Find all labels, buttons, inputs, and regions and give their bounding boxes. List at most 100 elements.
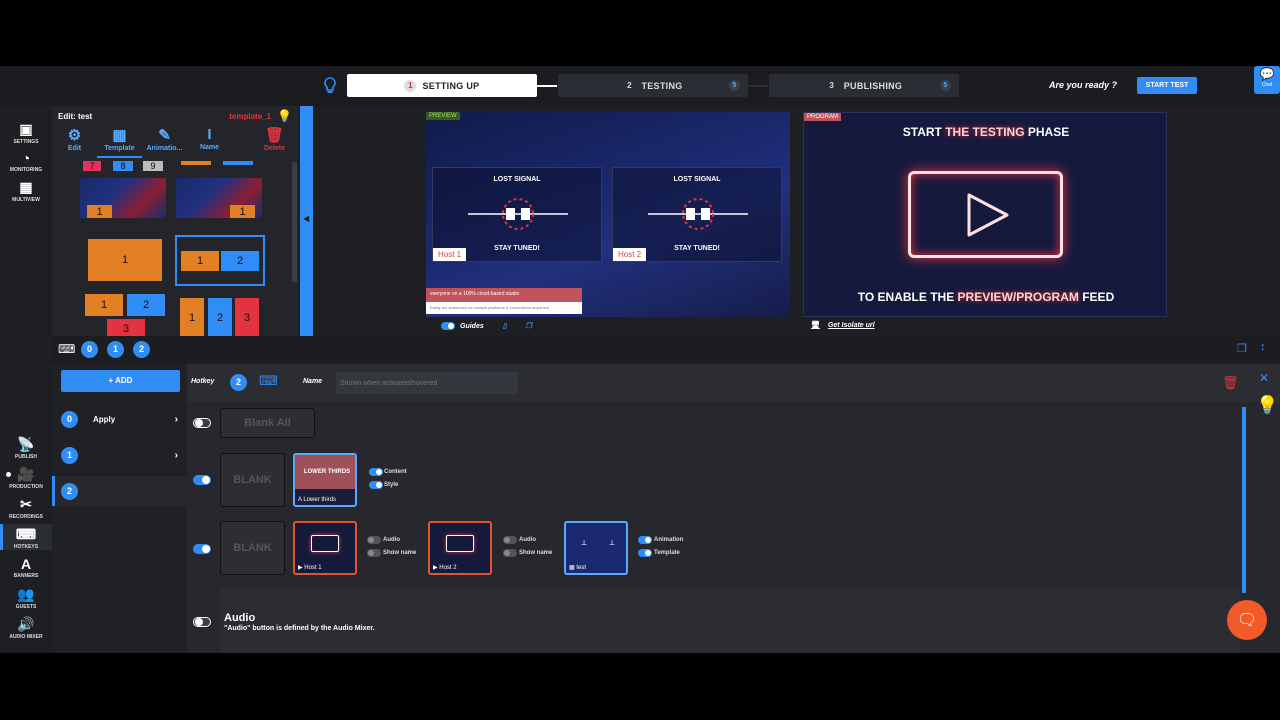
help-icon[interactable]: 💡 (277, 109, 292, 123)
program-screen: PROGRAM START THE TESTING PHASE TO ENABL… (803, 112, 1167, 317)
collapse-arrow-icon[interactable]: ◀ (303, 214, 309, 223)
hotkey-list: + ADD 0 Apply › 1 › 2 (52, 364, 187, 653)
template-toggle[interactable] (638, 549, 652, 557)
audio-mixer-icon: 🔊 (17, 616, 35, 632)
nav-monitoring[interactable]: ◔ MONITORING (0, 150, 52, 173)
blank-all-button[interactable]: Blank All (220, 408, 315, 438)
app-window: 1 SETTING UP 2 TESTING 5 3 PUBLISHING 5 Are y… (0, 66, 1280, 653)
tool-animation[interactable]: ✎ Animatio... (142, 126, 187, 158)
animation-toggle[interactable] (638, 536, 652, 544)
row2-toggle[interactable] (193, 475, 211, 485)
copy-icon[interactable]: ❐ (526, 322, 532, 330)
thumb-number: 9 (143, 161, 163, 171)
blank-button[interactable]: BLANK (220, 453, 285, 507)
isolate-link[interactable]: Get Isolate url (828, 322, 875, 329)
nav-banners[interactable]: A BANNERS (0, 556, 52, 579)
settings-icon: ▣ (19, 121, 33, 137)
chevron-right-icon: › (174, 449, 178, 461)
ready-text: Are you ready ? (1049, 80, 1118, 90)
host2-audio-toggle[interactable] (503, 536, 517, 544)
list-item-2[interactable]: 2 (52, 476, 187, 506)
tool-template[interactable]: ▦ Template (97, 126, 142, 158)
lightbulb-icon[interactable]: 💡 (1256, 395, 1278, 416)
row3-toggle[interactable] (193, 544, 211, 554)
hotkey-editor: Hotkey 2 ⌨ Name 🗑 ✕ 💡 Blank All BLANK LO… (187, 364, 1280, 653)
keyboard-icon[interactable]: ⌨ (259, 373, 278, 389)
tool-edit[interactable]: ⚙ Edit (52, 126, 97, 158)
hotkey-tab-0[interactable]: 0 (81, 341, 98, 358)
step-publishing[interactable]: 3 PUBLISHING 5 (769, 74, 959, 97)
list-item-1[interactable]: 1 › (52, 440, 187, 470)
hotkey-tab-2[interactable]: 2 (133, 341, 150, 358)
trash-icon: 🗑 (264, 127, 285, 144)
host1-audio-toggle[interactable] (367, 536, 381, 544)
status-dot (6, 472, 11, 477)
chevron-right-icon: › (174, 413, 178, 425)
content-toggle[interactable] (369, 468, 383, 476)
lightbulb-icon[interactable] (323, 77, 337, 95)
host2-card[interactable]: ▶ Host 2 (428, 521, 492, 575)
duplicate-icon[interactable]: ❐ (1237, 342, 1247, 355)
host1-card[interactable]: ▶ Host 1 (293, 521, 357, 575)
nav-multiview[interactable]: ▦ MULTIVIEW (0, 179, 52, 203)
nav-publish[interactable]: 📡 PUBLISH (0, 436, 52, 460)
audio-row (220, 588, 1240, 653)
mobile-icon[interactable]: ▯ (503, 322, 507, 330)
host1-label: Host 1 (433, 248, 467, 261)
style-toggle[interactable] (369, 481, 383, 489)
camera-icon: ▶ (298, 565, 303, 571)
monitor-icon: 🖥 (811, 322, 820, 329)
scrollbar[interactable] (1242, 407, 1246, 593)
preview-tag: PREVIEW (426, 112, 460, 120)
template-thumb-f[interactable]: 1 2 3 (180, 298, 264, 337)
list-item-0[interactable]: 0 Apply › (52, 404, 187, 434)
multiview-icon: ▦ (19, 179, 33, 195)
thumb-bar (181, 161, 211, 165)
resize-icon[interactable]: ↕ (1260, 341, 1266, 353)
tool-delete[interactable]: 🗑 Delete (252, 126, 297, 158)
add-button[interactable]: + ADD (61, 370, 180, 392)
program-line1: START THE TESTING PHASE (902, 125, 1070, 139)
name-input[interactable] (336, 372, 518, 394)
template-thumb-a[interactable]: 1 (80, 178, 166, 218)
chat-button[interactable]: 💬 Chat (1254, 66, 1280, 94)
screen-thumb (446, 535, 474, 552)
isolate-row[interactable]: 🖥 Get Isolate url (811, 321, 875, 330)
template-thumb-e[interactable]: 1 2 3 (80, 294, 170, 337)
step-setting-up[interactable]: 1 SETTING UP (347, 74, 537, 97)
thumb-number: 7 (83, 161, 101, 171)
camera-icon: ▶ (433, 565, 438, 571)
lower-thirds-card[interactable]: LOWER THIRDS A Lower thirds (293, 453, 357, 507)
nav-production[interactable]: 🎥 PRODUCTION (0, 466, 52, 490)
tool-name[interactable]: I Name (187, 126, 232, 158)
scrollbar[interactable] (292, 162, 297, 282)
blank-all-toggle[interactable] (193, 418, 211, 428)
host2-showname-toggle[interactable] (503, 549, 517, 557)
test-card[interactable]: ⟂ ⟂ ▦ test (564, 521, 628, 575)
host1-showname-toggle[interactable] (367, 549, 381, 557)
guides-toggle[interactable] (441, 322, 455, 330)
template-thumb-b[interactable]: 1 (176, 178, 262, 218)
preview-screen[interactable]: PREVIEW LOST SIGNAL STAY TUNED! Host 1 L… (426, 112, 790, 317)
step-testing[interactable]: 2 TESTING 5 (558, 74, 748, 97)
support-chat-bubble[interactable]: 🗨 (1227, 600, 1267, 640)
nav-recordings[interactable]: ✂ RECORDINGS (0, 496, 52, 520)
nav-hotkeys[interactable]: ⌨ HOTKEYS (0, 526, 52, 550)
audio-toggle[interactable] (193, 617, 211, 627)
template-thumb-c[interactable]: 1 (88, 239, 162, 281)
trash-icon[interactable]: 🗑 (1222, 375, 1239, 391)
nav-settings[interactable]: ▣ SETTINGS (0, 121, 52, 145)
nav-audio-mixer[interactable]: 🔊 AUDIO MIXER (0, 616, 52, 640)
start-test-button[interactable]: START TEST (1137, 77, 1197, 94)
monitoring-icon: ◔ (21, 150, 31, 166)
hotkey-number[interactable]: 2 (230, 374, 247, 391)
blank-button[interactable]: BLANK (220, 521, 285, 575)
chat-icon: 🗨 (1236, 612, 1258, 629)
nav-guests[interactable]: 👥 GUESTS (0, 586, 52, 610)
hotkey-bar: Hotkey 2 ⌨ Name 🗑 (187, 364, 1280, 402)
text-cursor-icon: I (207, 126, 212, 143)
hotkey-tab-1[interactable]: 1 (107, 341, 124, 358)
template-thumb-d[interactable]: 1 2 (175, 235, 265, 286)
close-icon[interactable]: ✕ (1259, 371, 1269, 385)
preview-host1-slot: LOST SIGNAL STAY TUNED! Host 1 (432, 167, 602, 262)
